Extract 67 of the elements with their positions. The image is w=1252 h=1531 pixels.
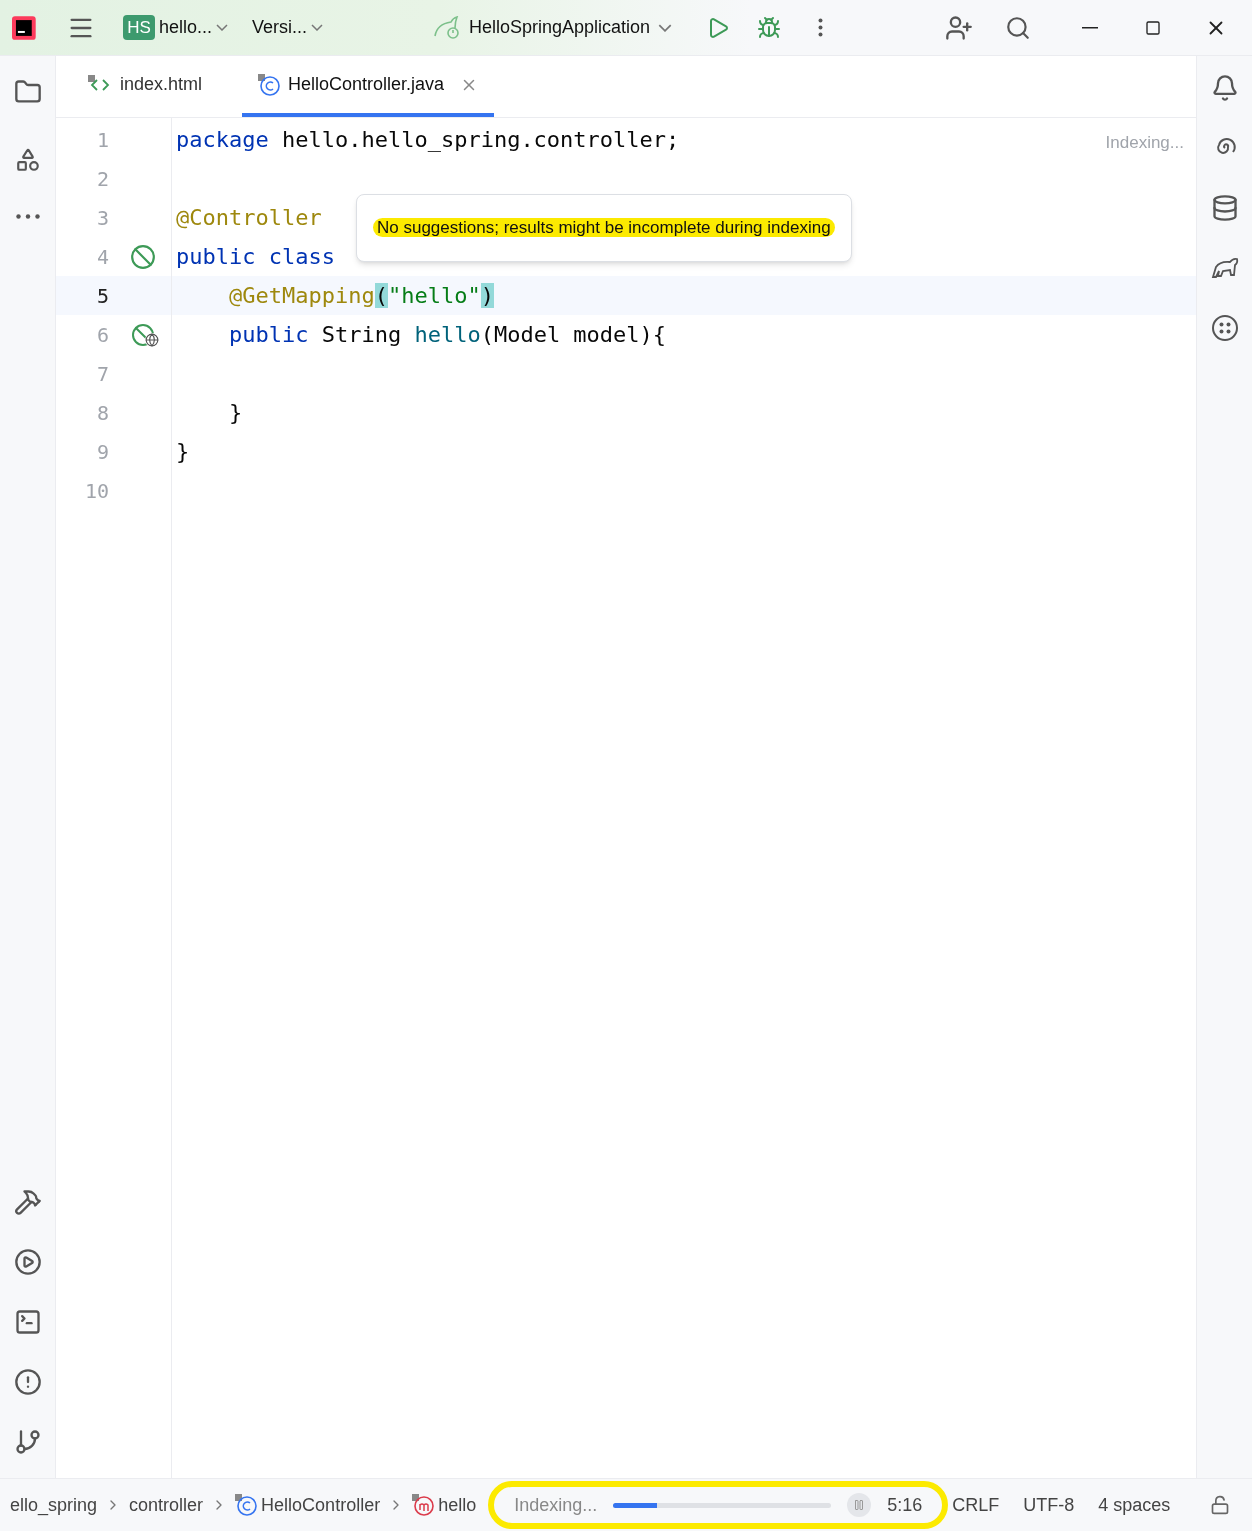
editor-tab[interactable]: index.html <box>72 56 219 117</box>
maximize-icon <box>1144 19 1161 36</box>
user-plus-icon <box>944 13 973 42</box>
run-configuration-name: HelloSpringApplication <box>468 16 651 39</box>
line-separator[interactable]: CRLF <box>952 1491 1000 1519</box>
code-line: @Controller <box>176 204 322 232</box>
vcs-label: Versi... <box>251 16 307 39</box>
progress-label: Indexing... <box>514 1493 598 1517</box>
bug-icon <box>757 15 782 40</box>
pause-button[interactable] <box>847 1493 872 1517</box>
line-number: 9 <box>95 438 109 466</box>
breadcrumb[interactable]: hello <box>412 1491 477 1519</box>
line-number: 8 <box>95 399 109 427</box>
line-number: 2 <box>95 165 109 193</box>
pause-icon <box>853 1499 866 1511</box>
code-line: } <box>176 438 190 466</box>
hammer-icon <box>13 1188 42 1216</box>
more-icon <box>15 213 40 219</box>
line-number: 10 <box>83 477 109 505</box>
breadcrumb[interactable]: ello_spring <box>0 1491 98 1519</box>
line-number: 5 <box>95 282 109 310</box>
dots-circle-icon <box>1210 314 1239 342</box>
project-name: hello... <box>158 16 212 39</box>
project-badge: HS <box>123 14 155 41</box>
alert-icon <box>13 1368 42 1396</box>
cursor-position[interactable]: 5:16 <box>887 1491 923 1519</box>
indent-setting[interactable]: 4 spaces <box>1098 1491 1171 1519</box>
vcs-selector[interactable]: Versi... <box>251 14 323 41</box>
method-icon <box>412 1494 435 1516</box>
editor-tab[interactable]: HelloController.java <box>242 56 495 117</box>
tooltip-text: No suggestions; results might be incomplete during indexing <box>373 218 835 237</box>
line-number: 1 <box>95 126 109 154</box>
code-line: public String hello(Model model){ <box>227 321 667 349</box>
folder-icon <box>13 78 42 106</box>
elephant-icon <box>1209 255 1240 281</box>
search-icon <box>1005 14 1032 41</box>
line-number: 3 <box>95 204 109 232</box>
breadcrumb[interactable]: controller <box>129 1491 204 1519</box>
app-logo <box>12 15 36 40</box>
code-line: } <box>227 399 243 427</box>
file-encoding[interactable]: UTF-8 <box>1023 1491 1075 1519</box>
run-configuration-selector[interactable]: HelloSpringApplication <box>432 14 673 41</box>
code-line: package hello.hello_spring.controller; <box>176 126 680 154</box>
chevron-down-icon <box>658 23 673 32</box>
more-icon <box>818 18 824 37</box>
line-number: 6 <box>95 321 109 349</box>
spring-leaf-icon <box>432 15 461 40</box>
breadcrumb[interactable]: HelloController <box>235 1491 381 1519</box>
bean-icon[interactable] <box>129 243 156 270</box>
line-number: 7 <box>95 360 109 388</box>
chevron-down-icon <box>310 24 323 31</box>
unlock-icon <box>1210 1495 1230 1515</box>
class-icon <box>235 1494 258 1516</box>
class-icon <box>258 73 281 96</box>
terminal-icon <box>13 1308 42 1336</box>
code-line: public class <box>176 243 335 271</box>
line-number: 4 <box>95 243 109 271</box>
code-line: @GetMapping("hello") <box>227 282 494 310</box>
minimize-icon <box>1081 26 1098 29</box>
play-circle-icon <box>13 1248 42 1276</box>
branch-icon <box>13 1428 42 1456</box>
database-icon <box>1210 194 1239 222</box>
indexing-hint: Indexing... <box>1105 132 1184 154</box>
project-selector[interactable]: HS hello... <box>123 14 228 41</box>
bell-icon <box>1210 74 1239 102</box>
shapes-icon <box>14 147 41 173</box>
chevron-down-icon <box>215 24 228 31</box>
